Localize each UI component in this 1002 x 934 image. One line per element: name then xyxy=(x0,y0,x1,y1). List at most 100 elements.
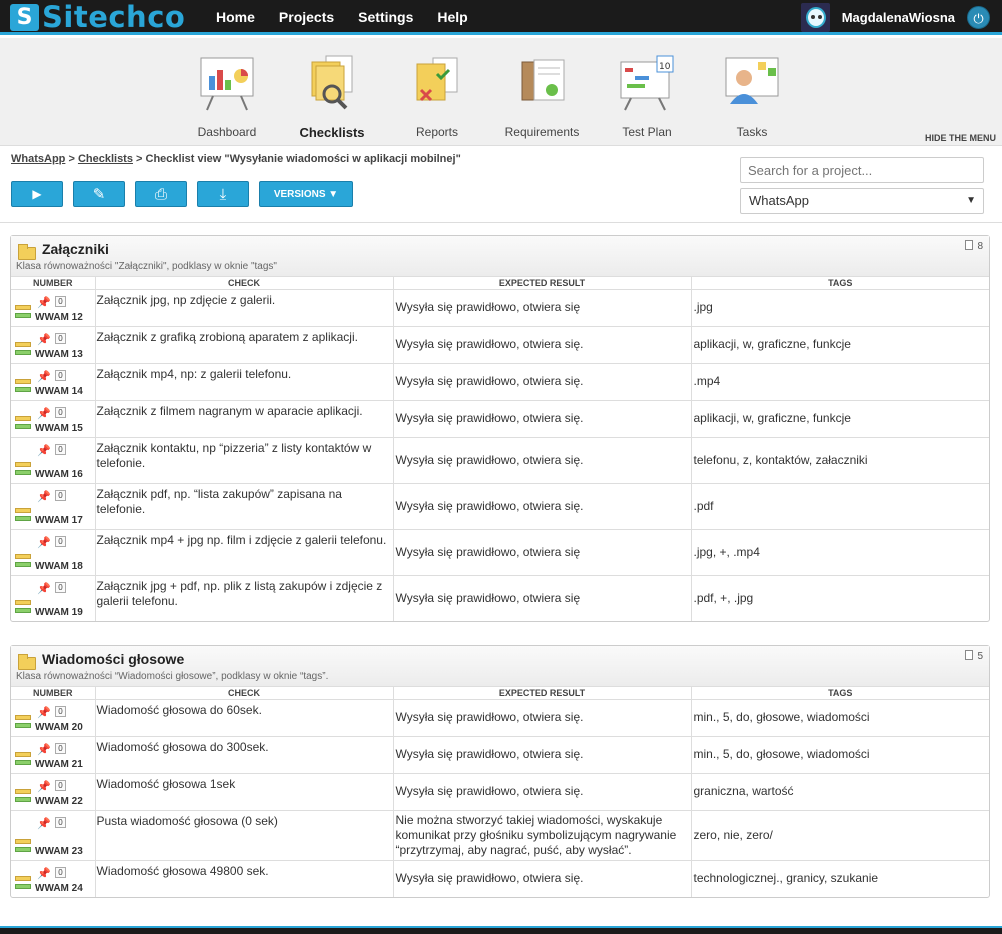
status-yellow-icon xyxy=(15,553,31,559)
expected-cell: Wysyła się prawidłowo, otwiera się. xyxy=(393,859,692,897)
pin-icon[interactable]: 📌 xyxy=(37,333,51,348)
hide-menu-link[interactable]: HIDE THE MENU xyxy=(925,133,996,143)
pin-count-badge: 0 xyxy=(55,866,66,878)
checklist-table: NUMBER CHECK EXPECTED RESULT TAGS 📌 0 WWAM… xyxy=(11,687,989,897)
section-header[interactable]: Załączniki Klasa równoważności "Załączni… xyxy=(11,236,989,277)
module-checklists[interactable]: Checklists xyxy=(282,54,382,140)
table-row[interactable]: 📌 0 WWAM 13 Załącznik z grafiką zrobioną ap… xyxy=(11,325,989,363)
pin-icon[interactable]: 📌 xyxy=(37,444,51,459)
pin-icon[interactable]: 📌 xyxy=(37,706,51,721)
edit-button[interactable]: ✎ xyxy=(73,181,125,207)
row-id[interactable]: WWAM 15 xyxy=(35,421,83,436)
versions-button[interactable]: VERSIONS ▼ xyxy=(259,181,353,207)
project-search-input[interactable] xyxy=(740,157,984,183)
row-id[interactable]: WWAM 23 xyxy=(35,844,83,859)
check-cell: Załącznik mp4, np: z galerii telefonu. xyxy=(95,362,394,400)
pin-icon[interactable]: 📌 xyxy=(37,817,51,832)
tasks-icon xyxy=(722,54,782,112)
nav-projects[interactable]: Projects xyxy=(279,0,334,35)
row-id[interactable]: WWAM 20 xyxy=(35,720,83,735)
table-row[interactable]: 📌 0 WWAM 22 Wiadomość głosowa 1sek Wysyła si… xyxy=(11,772,989,810)
pin-count-badge: 0 xyxy=(55,705,66,717)
row-id[interactable]: WWAM 22 xyxy=(35,794,83,809)
table-row[interactable]: 📌 0 WWAM 19 Załącznik jpg + pdf, np. plik z… xyxy=(11,574,989,621)
pin-icon[interactable]: 📌 xyxy=(37,867,51,882)
nav-settings[interactable]: Settings xyxy=(358,0,413,35)
print-icon: ⎙ xyxy=(154,185,167,203)
col-check: CHECK xyxy=(95,687,394,699)
row-number-cell: 📌 0 WWAM 14 xyxy=(11,362,96,400)
section-subtitle: Klasa równoważności "Załączniki", podkla… xyxy=(16,261,277,272)
pin-icon[interactable]: 📌 xyxy=(37,490,51,505)
table-row[interactable]: 📌 0 WWAM 12 Załącznik jpg, np zdjęcie z gal… xyxy=(11,288,989,326)
row-id[interactable]: WWAM 16 xyxy=(35,467,83,482)
svg-text:10: 10 xyxy=(659,62,671,72)
table-row[interactable]: 📌 0 WWAM 15 Załącznik z filmem nagranym w a… xyxy=(11,399,989,437)
username[interactable]: MagdalenaWiosna xyxy=(842,10,955,25)
row-number-cell: 📌 0 WWAM 18 xyxy=(11,528,96,575)
row-number-cell: 📌 0 WWAM 23 xyxy=(11,809,96,860)
divider xyxy=(0,222,1002,223)
row-id[interactable]: WWAM 24 xyxy=(35,881,83,896)
pin-icon[interactable]: 📌 xyxy=(37,536,51,551)
breadcrumb-checklists[interactable]: Checklists xyxy=(78,153,133,165)
download-button[interactable]: ⤓ xyxy=(197,181,249,207)
status-yellow-icon xyxy=(15,507,31,513)
pin-icon[interactable]: 📌 xyxy=(37,780,51,795)
status-yellow-icon xyxy=(15,875,31,881)
nav-home[interactable]: Home xyxy=(216,0,255,35)
module-menu: Dashboard Checklists Reports Requirement… xyxy=(0,38,1002,146)
status-yellow-icon xyxy=(15,415,31,421)
toolbar: ▶ ✎ ⎙ ⤓ VERSIONS ▼ xyxy=(11,181,363,207)
pin-icon[interactable]: 📌 xyxy=(37,296,51,311)
expected-cell: Nie można stworzyć takiej wiadomości, wy… xyxy=(393,809,692,860)
logo[interactable]: S Sitechco xyxy=(10,3,185,32)
project-select[interactable]: WhatsApp ▼ xyxy=(740,188,984,214)
table-row[interactable]: 📌 0 WWAM 14 Załącznik mp4, np: z galerii te… xyxy=(11,362,989,400)
nav-help[interactable]: Help xyxy=(437,0,467,35)
table-row[interactable]: 📌 0 WWAM 20 Wiadomość głosowa do 60sek. Wysy… xyxy=(11,698,989,736)
col-tags: TAGS xyxy=(828,687,853,698)
row-id[interactable]: WWAM 21 xyxy=(35,757,83,772)
run-button[interactable]: ▶ xyxy=(11,181,63,207)
check-cell: Załącznik z grafiką zrobioną aparatem z … xyxy=(95,325,394,363)
table-row[interactable]: 📌 0 WWAM 18 Załącznik mp4 + jpg np. film i … xyxy=(11,528,989,575)
play-icon: ▶ xyxy=(32,187,42,201)
row-id[interactable]: WWAM 12 xyxy=(35,310,83,325)
check-cell: Załącznik z filmem nagranym w aparacie a… xyxy=(95,399,394,437)
table-row[interactable]: 📌 0 WWAM 16 Załącznik kontaktu, np “pizzeri… xyxy=(11,436,989,483)
expected-cell: Wysyła się prawidłowo, otwiera się xyxy=(393,288,692,326)
pin-icon[interactable]: 📌 xyxy=(37,370,51,385)
tags-cell: telefonu, z, kontaktów, załaczniki xyxy=(691,436,989,483)
row-id[interactable]: WWAM 18 xyxy=(35,559,83,574)
section-count: 8 xyxy=(965,240,983,252)
table-row[interactable]: 📌 0 WWAM 17 Załącznik pdf, np. “lista zakup… xyxy=(11,482,989,529)
print-button[interactable]: ⎙ xyxy=(135,181,187,207)
test-plan-icon: 10 xyxy=(617,54,677,112)
col-expected: EXPECTED RESULT xyxy=(393,687,692,699)
pin-icon[interactable]: 📌 xyxy=(37,582,51,597)
avatar[interactable] xyxy=(800,3,830,32)
row-id[interactable]: WWAM 17 xyxy=(35,513,83,528)
pin-icon[interactable]: 📌 xyxy=(37,743,51,758)
row-id[interactable]: WWAM 14 xyxy=(35,384,83,399)
power-icon[interactable]: ⏻ xyxy=(967,6,990,29)
table-row[interactable]: 📌 0 WWAM 21 Wiadomość głosowa do 300sek. Wys… xyxy=(11,735,989,773)
table-row[interactable]: 📌 0 WWAM 23 Pusta wiadomość głosowa (0 sek)… xyxy=(11,809,989,860)
breadcrumb-project[interactable]: WhatsApp xyxy=(11,153,65,165)
tags-cell: aplikacji, w, graficzne, funkcje xyxy=(691,325,989,363)
module-tasks[interactable]: Tasks xyxy=(702,54,802,139)
row-id[interactable]: WWAM 19 xyxy=(35,605,83,620)
module-reports[interactable]: Reports xyxy=(387,54,487,139)
module-dashboard[interactable]: Dashboard xyxy=(177,54,277,139)
row-id[interactable]: WWAM 13 xyxy=(35,347,83,362)
dashboard-icon xyxy=(197,54,257,112)
row-number-cell: 📌 0 WWAM 21 xyxy=(11,735,96,773)
pin-icon[interactable]: 📌 xyxy=(37,407,51,422)
tags-cell: .mp4 xyxy=(691,362,989,400)
section-header[interactable]: Wiadomości głosowe Klasa równoważności “… xyxy=(11,646,989,687)
table-row[interactable]: 📌 0 WWAM 24 Wiadomość głosowa 49800 sek. Wys… xyxy=(11,859,989,897)
module-test-plan[interactable]: 10 Test Plan xyxy=(597,54,697,139)
module-requirements[interactable]: Requirements xyxy=(492,54,592,139)
tags-cell: .jpg xyxy=(691,288,989,326)
